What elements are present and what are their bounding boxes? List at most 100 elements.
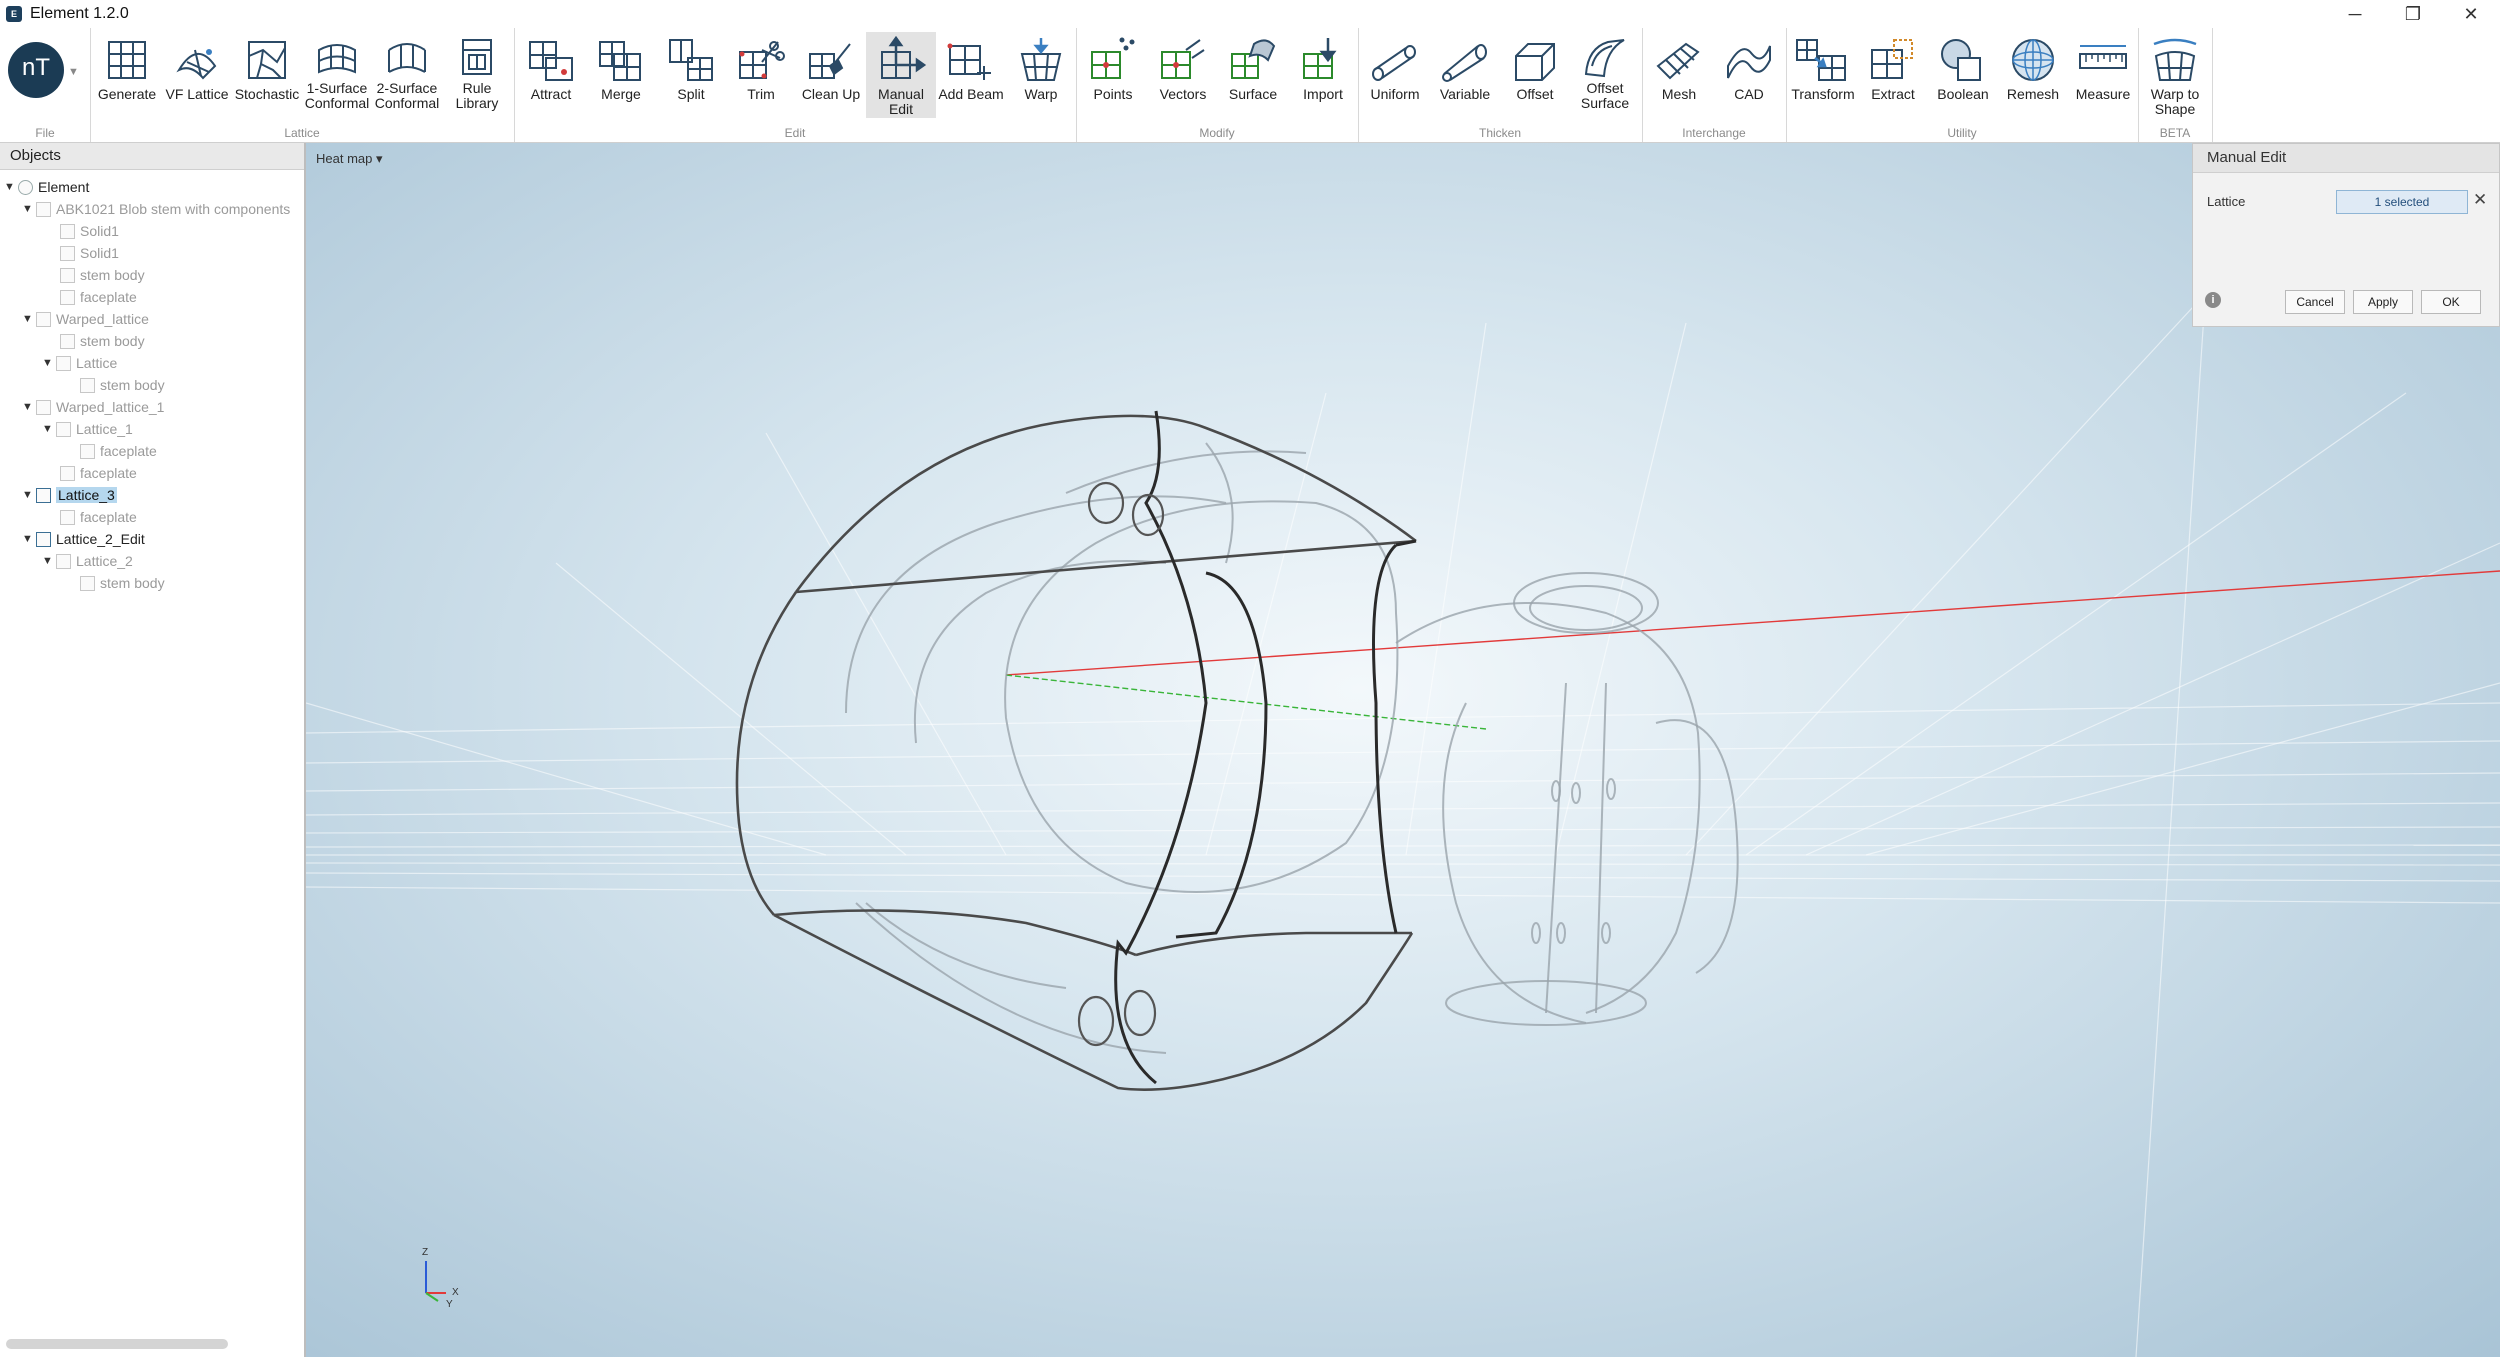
points-button[interactable]: Points bbox=[1078, 32, 1148, 118]
warp-to-shape-button[interactable]: Warp to Shape bbox=[2140, 32, 2210, 118]
split-button[interactable]: Split bbox=[656, 32, 726, 118]
mesh-button[interactable]: Mesh bbox=[1644, 32, 1714, 118]
objects-panel-title: Objects bbox=[0, 143, 304, 170]
merge-button[interactable]: Merge bbox=[586, 32, 656, 118]
merge-icon bbox=[599, 41, 641, 81]
uniform-button[interactable]: Uniform bbox=[1360, 32, 1430, 118]
lattice-node-icon bbox=[36, 311, 51, 327]
tree-node[interactable]: ▼ Lattice_1 bbox=[42, 418, 133, 440]
variable-button[interactable]: Variable bbox=[1430, 32, 1500, 118]
cad-button[interactable]: CAD bbox=[1714, 32, 1784, 118]
warp-button[interactable]: Warp bbox=[1006, 32, 1076, 118]
cancel-button[interactable]: Cancel bbox=[2285, 290, 2345, 314]
generate-button[interactable]: Generate bbox=[92, 32, 162, 118]
stochastic-icon bbox=[248, 41, 286, 79]
vectors-icon bbox=[1161, 39, 1205, 79]
solid-node-icon bbox=[80, 377, 95, 393]
ok-button[interactable]: OK bbox=[2421, 290, 2481, 314]
tree-node[interactable]: faceplate bbox=[60, 462, 137, 484]
tree-node[interactable]: ▼ ABK1021 Blob stem with components bbox=[22, 198, 290, 220]
split-icon bbox=[669, 39, 713, 81]
ground-grid bbox=[306, 282, 2500, 1357]
chevron-down-icon[interactable]: ▼ bbox=[68, 66, 79, 78]
tree-node[interactable]: faceplate bbox=[60, 506, 137, 528]
import-button[interactable]: Import bbox=[1288, 32, 1358, 118]
move-arrows-icon bbox=[881, 36, 927, 79]
3d-viewport[interactable]: Heat map ▾ Z X Y bbox=[306, 143, 2500, 1357]
expand-arrow-icon[interactable]: ▼ bbox=[22, 489, 36, 501]
two-surface-conformal-button[interactable]: 2-Surface Conformal bbox=[372, 32, 442, 118]
expand-arrow-icon[interactable]: ▼ bbox=[4, 181, 18, 193]
tree-node[interactable]: Solid1 bbox=[60, 220, 119, 242]
tree-node[interactable]: ▼ Warped_lattice_1 bbox=[22, 396, 164, 418]
group-label: Modify bbox=[1199, 126, 1235, 140]
vf-lattice-button[interactable]: VF Lattice bbox=[162, 32, 232, 118]
clean-up-button[interactable]: Clean Up bbox=[796, 32, 866, 118]
expand-arrow-icon[interactable]: ▼ bbox=[22, 401, 36, 413]
lattice-selection-button[interactable]: 1 selected bbox=[2336, 190, 2468, 214]
one-surface-conformal-icon bbox=[318, 44, 356, 74]
surface-button[interactable]: Surface bbox=[1218, 32, 1288, 118]
apply-button[interactable]: Apply bbox=[2353, 290, 2413, 314]
tree-node[interactable]: ▼ Lattice bbox=[42, 352, 117, 374]
group-label: Utility bbox=[1947, 126, 1977, 140]
offset-surface-button[interactable]: Offset Surface bbox=[1570, 32, 1640, 118]
manual-edit-panel: Manual Edit Lattice 1 selected ✕ i Cance… bbox=[2192, 143, 2500, 327]
expand-arrow-icon[interactable]: ▼ bbox=[42, 555, 56, 567]
info-icon[interactable]: i bbox=[2205, 292, 2221, 308]
expand-arrow-icon[interactable]: ▼ bbox=[22, 533, 36, 545]
solid-node-icon bbox=[60, 289, 75, 305]
extract-button[interactable]: Extract bbox=[1858, 32, 1928, 118]
add-beam-button[interactable]: Add Beam bbox=[936, 32, 1006, 118]
tree-node-label: Lattice_2_Edit bbox=[56, 531, 145, 547]
vectors-button[interactable]: Vectors bbox=[1148, 32, 1218, 118]
vf-lattice-icon bbox=[176, 49, 217, 80]
transform-button[interactable]: Transform bbox=[1788, 32, 1858, 118]
expand-arrow-icon[interactable]: ▼ bbox=[22, 313, 36, 325]
cad-icon bbox=[1727, 45, 1771, 79]
tree-node[interactable]: Solid1 bbox=[60, 242, 119, 264]
cylinder-uniform-icon bbox=[1372, 45, 1416, 81]
offset-button[interactable]: Offset bbox=[1500, 32, 1570, 118]
ribbon-toolbar: nT ▼ File Generate VF Lattice Stochastic… bbox=[0, 28, 2500, 143]
tree-node[interactable]: stem body bbox=[60, 264, 145, 286]
tree-node[interactable]: ▼ Lattice_2_Edit bbox=[22, 528, 145, 550]
lattice-ribs bbox=[1114, 410, 1417, 1085]
attract-button[interactable]: Attract bbox=[516, 32, 586, 118]
measure-button[interactable]: Measure bbox=[2068, 32, 2138, 118]
tree-node[interactable]: ▼ Element bbox=[4, 176, 89, 198]
boolean-button[interactable]: Boolean bbox=[1928, 32, 1998, 118]
lattice-field-label: Lattice bbox=[2207, 194, 2246, 209]
close-button[interactable]: ✕ bbox=[2442, 0, 2500, 28]
surface-icon bbox=[1231, 39, 1276, 79]
one-surface-conformal-button[interactable]: 1-Surface Conformal bbox=[302, 32, 372, 118]
horizontal-scrollbar[interactable] bbox=[6, 1339, 228, 1349]
restore-button[interactable]: ❐ bbox=[2384, 0, 2442, 28]
minimize-button[interactable]: ─ bbox=[2326, 0, 2384, 28]
extract-icon bbox=[1871, 39, 1913, 79]
expand-arrow-icon[interactable]: ▼ bbox=[22, 203, 36, 215]
lattice-node-icon bbox=[56, 421, 71, 437]
manual-edit-button[interactable]: Manual Edit bbox=[866, 32, 936, 118]
lattice-node-icon bbox=[56, 355, 71, 371]
expand-arrow-icon[interactable]: ▼ bbox=[42, 423, 56, 435]
tree-node[interactable]: stem body bbox=[80, 374, 165, 396]
rule-library-button[interactable]: Rule Library bbox=[442, 32, 512, 118]
tree-node[interactable]: stem body bbox=[60, 330, 145, 352]
tree-node[interactable]: ▼ Lattice_2 bbox=[42, 550, 133, 572]
ribbon-group-interchange: Mesh CAD Interchange bbox=[1642, 28, 1787, 142]
ntopology-logo-button[interactable]: nT bbox=[8, 42, 64, 98]
tree-node-label: Lattice_1 bbox=[76, 421, 133, 437]
tree-node[interactable]: faceplate bbox=[80, 440, 157, 462]
tree-node-selected[interactable]: ▼ Lattice_3 bbox=[22, 484, 117, 506]
ribbon-group-modify: Points Vectors Surface Import Modify bbox=[1076, 28, 1359, 142]
tree-node[interactable]: stem body bbox=[80, 572, 165, 594]
tree-node[interactable]: ▼ Warped_lattice bbox=[22, 308, 149, 330]
trim-button[interactable]: Trim bbox=[726, 32, 796, 118]
tree-node[interactable]: faceplate bbox=[60, 286, 137, 308]
expand-arrow-icon[interactable]: ▼ bbox=[42, 357, 56, 369]
stochastic-button[interactable]: Stochastic bbox=[232, 32, 302, 118]
group-label: BETA bbox=[2159, 126, 2191, 140]
remesh-button[interactable]: Remesh bbox=[1998, 32, 2068, 118]
clear-selection-icon[interactable]: ✕ bbox=[2473, 190, 2487, 210]
